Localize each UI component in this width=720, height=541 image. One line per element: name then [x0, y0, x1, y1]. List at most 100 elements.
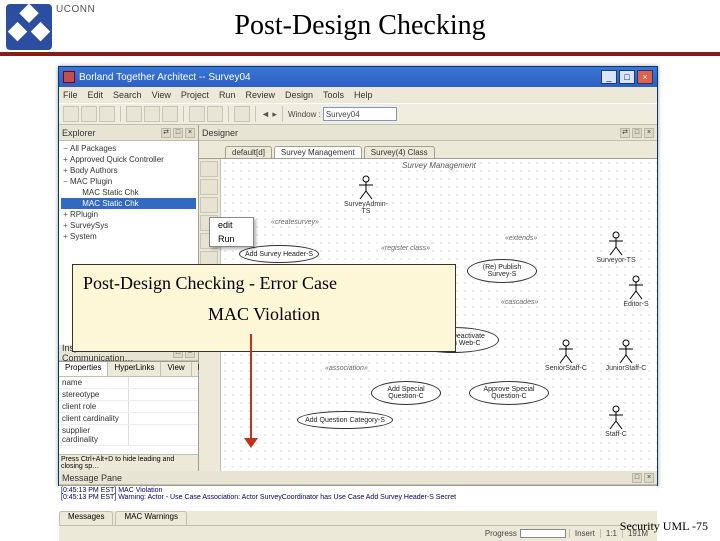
tab-properties[interactable]: Properties [59, 362, 108, 376]
status-linecol: 1:1 [600, 529, 622, 538]
window-selector[interactable]: Survey04 [323, 107, 397, 121]
prop-key: client role [59, 401, 129, 412]
actor-surveyadmin[interactable]: SurveyAdmin-TS [341, 175, 391, 215]
panel-sync-icon[interactable]: ⇄ [620, 128, 630, 138]
assoc-registerclass: «register class» [381, 245, 430, 252]
prop-key: name [59, 377, 129, 388]
message-area[interactable]: [0:45:13 PM EST] MAC Violation [0:45:13 … [59, 486, 657, 511]
prop-val[interactable] [129, 401, 198, 412]
actor-staff[interactable]: Staff-C [591, 405, 641, 438]
tree-item-selected: MAC Static Chk [61, 198, 196, 209]
prop-key: stereotype [59, 389, 129, 400]
palette-actor[interactable] [200, 179, 218, 195]
usecase-add-category[interactable]: Add Question Category-S [297, 411, 393, 429]
tbtn-save[interactable] [99, 106, 115, 122]
actor-senior[interactable]: SeniorStaff-C [541, 339, 591, 372]
status-insert: Insert [569, 529, 600, 538]
actor-surveyor[interactable]: Surveyor-TS [591, 231, 641, 264]
msgpane-title: Message Pane [62, 473, 122, 483]
tree-item: +Approved Quick Controller [61, 154, 196, 165]
menu-design[interactable]: Design [285, 90, 313, 100]
prop-val[interactable] [129, 389, 198, 400]
msg-tab-warnings[interactable]: MAC Warnings [115, 511, 187, 525]
menu-edit[interactable]: Edit [88, 90, 104, 100]
designer-header: Designer ⇄ □ × [199, 125, 657, 141]
message-pane: [0:45:13 PM EST] MAC Violation [0:45:13 … [59, 485, 657, 525]
usecase-add-special[interactable]: Add Special Question-C [371, 381, 441, 405]
explorer-header: Explorer ⇄ □ × [59, 125, 198, 141]
diagram-title: Survey Management [221, 161, 657, 170]
assoc-association: «association» [325, 365, 368, 372]
tab-default[interactable]: default[d] [225, 146, 272, 158]
titlebar[interactable]: Borland Together Architect -- Survey04 _… [59, 67, 657, 87]
statusbar: Progress Insert 1:1 191M [59, 525, 657, 541]
history-nav[interactable]: ◄ ▸ [261, 109, 277, 120]
minimize-button[interactable]: _ [601, 70, 617, 84]
page-title: Post-Design Checking [0, 0, 720, 42]
org-label: UCONN [56, 4, 95, 15]
window-title: Borland Together Architect -- Survey04 [79, 72, 251, 83]
menu-file[interactable]: File [63, 90, 78, 100]
panel-min-icon[interactable]: □ [173, 128, 183, 138]
tbtn-undo[interactable] [189, 106, 205, 122]
maximize-button[interactable]: □ [619, 70, 635, 84]
designer-title-label: Designer [202, 128, 238, 138]
tbtn-cut[interactable] [126, 106, 142, 122]
palette-pointer[interactable] [200, 161, 218, 177]
menu-view[interactable]: View [152, 90, 171, 100]
menu-review[interactable]: Review [245, 90, 275, 100]
usecase-add-header[interactable]: Add Survey Header-S [239, 245, 319, 263]
tbtn-paste[interactable] [162, 106, 178, 122]
panel-close-icon[interactable]: × [185, 128, 195, 138]
msgpane-header: Message Pane □ × [59, 471, 657, 485]
prop-val[interactable] [129, 425, 198, 445]
menu-search[interactable]: Search [113, 90, 142, 100]
tbtn-new[interactable] [63, 106, 79, 122]
tbtn-run[interactable] [234, 106, 250, 122]
slide-footer: Security UML -75 [620, 519, 708, 534]
actor-editor[interactable]: Editor-S [611, 275, 657, 308]
assoc-createsurvey: «createsurvey» [271, 219, 319, 226]
tree-item: +System [61, 231, 196, 242]
status-progress-label: Progress [485, 529, 517, 538]
tree-item: +Body Authors [61, 165, 196, 176]
tab-survey-mgmt[interactable]: Survey Management [274, 146, 362, 158]
palette-usecase[interactable] [200, 197, 218, 213]
tree-item: +RPlugin [61, 209, 196, 220]
app-icon [63, 71, 75, 83]
panel-close-icon[interactable]: × [644, 128, 654, 138]
panel-sync-icon[interactable]: ⇄ [161, 128, 171, 138]
properties-grid[interactable]: name stereotype client role client cardi… [59, 377, 198, 454]
msg-tab-messages[interactable]: Messages [59, 511, 113, 525]
tree-item: +SurveySys [61, 220, 196, 231]
actor-junior[interactable]: JuniorStaff-C [601, 339, 651, 372]
panel-min-icon[interactable]: □ [632, 473, 642, 483]
menu-tools[interactable]: Tools [323, 90, 344, 100]
ctx-edit[interactable]: edit [210, 218, 253, 232]
panel-min-icon[interactable]: □ [632, 128, 642, 138]
ctx-run[interactable]: Run [210, 232, 253, 246]
tab-view[interactable]: View [161, 362, 191, 376]
tbtn-redo[interactable] [207, 106, 223, 122]
usecase-approve-special[interactable]: Approve Special Question-C [469, 381, 549, 405]
prop-key: client cardinality [59, 413, 129, 424]
menubar: File Edit Search View Project Run Review… [59, 87, 657, 103]
usecase-publish[interactable]: (Re) Publish Survey-S [467, 259, 537, 283]
menu-help[interactable]: Help [354, 90, 373, 100]
tbtn-open[interactable] [81, 106, 97, 122]
tab-hyperlinks[interactable]: HyperLinks [108, 362, 161, 376]
close-button[interactable]: × [637, 70, 653, 84]
msg-line: [0:45:13 PM EST] Warning: Actor - Use Ca… [61, 494, 655, 501]
menu-project[interactable]: Project [181, 90, 209, 100]
tab-survey-class[interactable]: Survey(4) Class [364, 146, 435, 158]
prop-val[interactable] [129, 377, 198, 388]
assoc-cascades: «cascades» [501, 299, 538, 306]
callout-arrow-head [244, 438, 258, 448]
callout-line1: Post-Design Checking - Error Case [83, 273, 445, 294]
prop-val[interactable] [129, 413, 198, 424]
prop-key: supplier cardinality [59, 425, 129, 445]
menu-run[interactable]: Run [219, 90, 236, 100]
window-label: Window : [288, 110, 321, 119]
tbtn-copy[interactable] [144, 106, 160, 122]
panel-close-icon[interactable]: × [644, 473, 654, 483]
